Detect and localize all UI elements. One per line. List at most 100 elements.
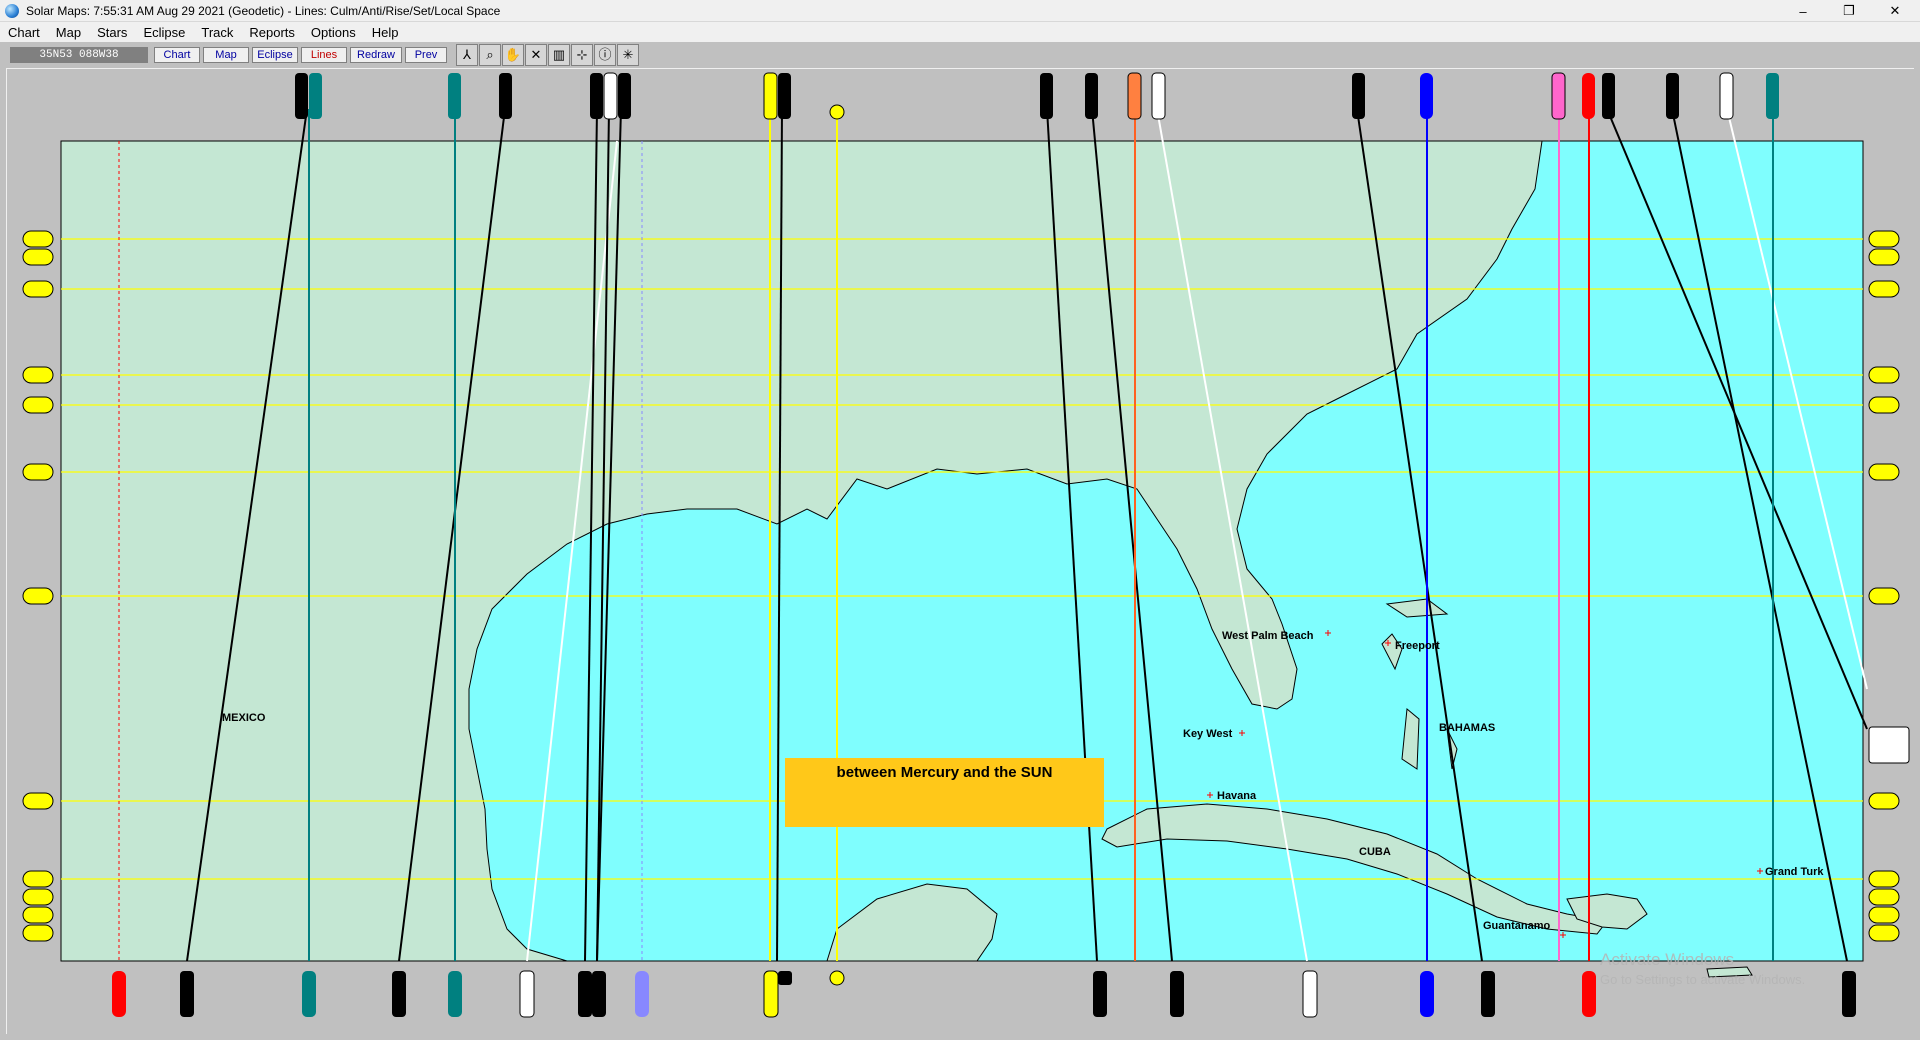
city-label-guantanamo: Guantanamo — [1483, 920, 1551, 932]
glyph-marker — [22, 280, 54, 298]
line-tool-icon[interactable]: ⅄ — [456, 44, 478, 66]
glyph-stack — [1842, 971, 1856, 1017]
hand-icon[interactable]: ✋ — [502, 44, 524, 66]
prev-button[interactable]: Prev — [405, 47, 447, 63]
glyph-marker — [1868, 366, 1900, 384]
glyph-marker — [1868, 248, 1900, 266]
activate-windows-subtitle: Go to Settings to activate Windows. — [1600, 972, 1806, 987]
glyph-stack — [392, 971, 406, 1017]
info-icon[interactable]: ⓘ — [594, 44, 616, 66]
glyph-stack — [1302, 970, 1318, 1018]
glyph-marker — [1868, 280, 1900, 298]
glyph-stack — [448, 971, 462, 1017]
glyph-stack — [763, 72, 778, 120]
glyph-stack — [603, 72, 618, 120]
toolbar: 35N53 088W38 Chart Map Eclipse Lines Red… — [0, 42, 1920, 68]
glyph-stack — [1085, 73, 1098, 119]
glyph-stack — [590, 73, 603, 119]
glyph-marker — [22, 366, 54, 384]
glyph-marker — [22, 587, 54, 605]
glyph-stack — [778, 73, 791, 119]
glyph-stack — [1093, 971, 1107, 1017]
glyph-marker — [1868, 888, 1900, 906]
window-title: Solar Maps: 7:55:31 AM Aug 29 2021 (Geod… — [26, 3, 501, 18]
glyph-stack — [635, 971, 649, 1017]
zoom-icon[interactable]: ⌕ — [479, 44, 501, 66]
glyph-stack — [1170, 971, 1184, 1017]
glyph-stack — [763, 970, 779, 1018]
crosshair-icon[interactable]: ✳ — [617, 44, 639, 66]
lines-button[interactable]: Lines — [301, 47, 347, 63]
menu-chart[interactable]: Chart — [0, 25, 48, 40]
menu-map[interactable]: Map — [48, 25, 89, 40]
cross-out-icon[interactable]: ✕ — [525, 44, 547, 66]
chart-button[interactable]: Chart — [154, 47, 200, 63]
glyph-stack — [618, 73, 631, 119]
menu-bar: Chart Map Stars Eclipse Track Reports Op… — [0, 22, 1920, 42]
city-label-key-west: Key West — [1183, 728, 1233, 740]
glyph-marker — [22, 396, 54, 414]
maximize-button[interactable]: ❐ — [1826, 0, 1872, 22]
map-svg[interactable]: MEXICO CUBA BAHAMAS West Palm Beach Free… — [7, 69, 1915, 1035]
glyph-stack — [1602, 73, 1615, 119]
redraw-button[interactable]: Redraw — [350, 47, 402, 63]
glyph-stack — [1127, 72, 1142, 120]
glyph-stack — [112, 971, 126, 1017]
glyph-stack — [302, 971, 316, 1017]
globe-icon — [5, 3, 19, 18]
glyph-stack — [295, 73, 308, 119]
glyph-marker — [22, 248, 54, 266]
panel-icon[interactable]: ▥ — [548, 44, 570, 66]
glyph-marker — [22, 906, 54, 924]
glyph-stack — [1481, 971, 1495, 1017]
bottom-glyph-stacks — [112, 970, 1856, 1018]
menu-stars[interactable]: Stars — [89, 25, 135, 40]
menu-track[interactable]: Track — [193, 25, 241, 40]
glyph-stack — [1420, 971, 1434, 1017]
glyph-stack — [309, 73, 322, 119]
glyph-marker — [22, 924, 54, 942]
coordinates-readout: 35N53 088W38 — [10, 47, 148, 63]
glyph-stack — [448, 73, 461, 119]
close-button[interactable]: ✕ — [1872, 0, 1918, 22]
app-window: Solar Maps: 7:55:31 AM Aug 29 2021 (Geod… — [0, 0, 1920, 1040]
glyph-stack — [1420, 73, 1433, 119]
region-label-mexico: MEXICO — [222, 712, 266, 724]
glyph-stack — [1582, 971, 1596, 1017]
glyph-stack — [1040, 73, 1053, 119]
glyph-stack — [1666, 73, 1679, 119]
glyph-marker — [22, 463, 54, 481]
glyph-stack — [1352, 73, 1365, 119]
map-button[interactable]: Map — [203, 47, 249, 63]
glyph-stack — [1582, 73, 1595, 119]
glyph-stack — [1766, 73, 1779, 119]
menu-eclipse[interactable]: Eclipse — [135, 25, 193, 40]
glyph-marker — [1868, 906, 1900, 924]
glyph-marker — [22, 870, 54, 888]
glyph-marker — [1868, 587, 1900, 605]
menu-options[interactable]: Options — [303, 25, 364, 40]
grid-icon[interactable]: ⊹ — [571, 44, 593, 66]
glyph-stack — [180, 971, 194, 1017]
glyph-marker — [22, 792, 54, 810]
map-canvas[interactable]: MEXICO CUBA BAHAMAS West Palm Beach Free… — [6, 68, 1914, 1034]
glyph-marker — [1868, 792, 1900, 810]
eclipse-button[interactable]: Eclipse — [252, 47, 298, 63]
menu-reports[interactable]: Reports — [241, 25, 303, 40]
menu-help[interactable]: Help — [364, 25, 407, 40]
top-glyph-stacks — [295, 72, 1779, 120]
glyph-stack — [1151, 72, 1166, 120]
glyph-marker — [1868, 870, 1900, 888]
region-label-bahamas: BAHAMAS — [1439, 722, 1495, 734]
activate-windows-title: Activate Windows — [1600, 950, 1735, 969]
glyph-marker — [1868, 230, 1900, 248]
glyph-marker — [1868, 396, 1900, 414]
glyph-marker — [1868, 463, 1900, 481]
glyph-marker — [1868, 924, 1900, 942]
glyph-stack — [578, 971, 592, 1017]
glyph-stack — [499, 73, 512, 119]
city-label-west-palm-beach: West Palm Beach — [1222, 630, 1314, 642]
title-bar: Solar Maps: 7:55:31 AM Aug 29 2021 (Geod… — [0, 0, 1920, 22]
minimize-button[interactable]: – — [1780, 0, 1826, 22]
glyph-stack — [778, 971, 792, 985]
